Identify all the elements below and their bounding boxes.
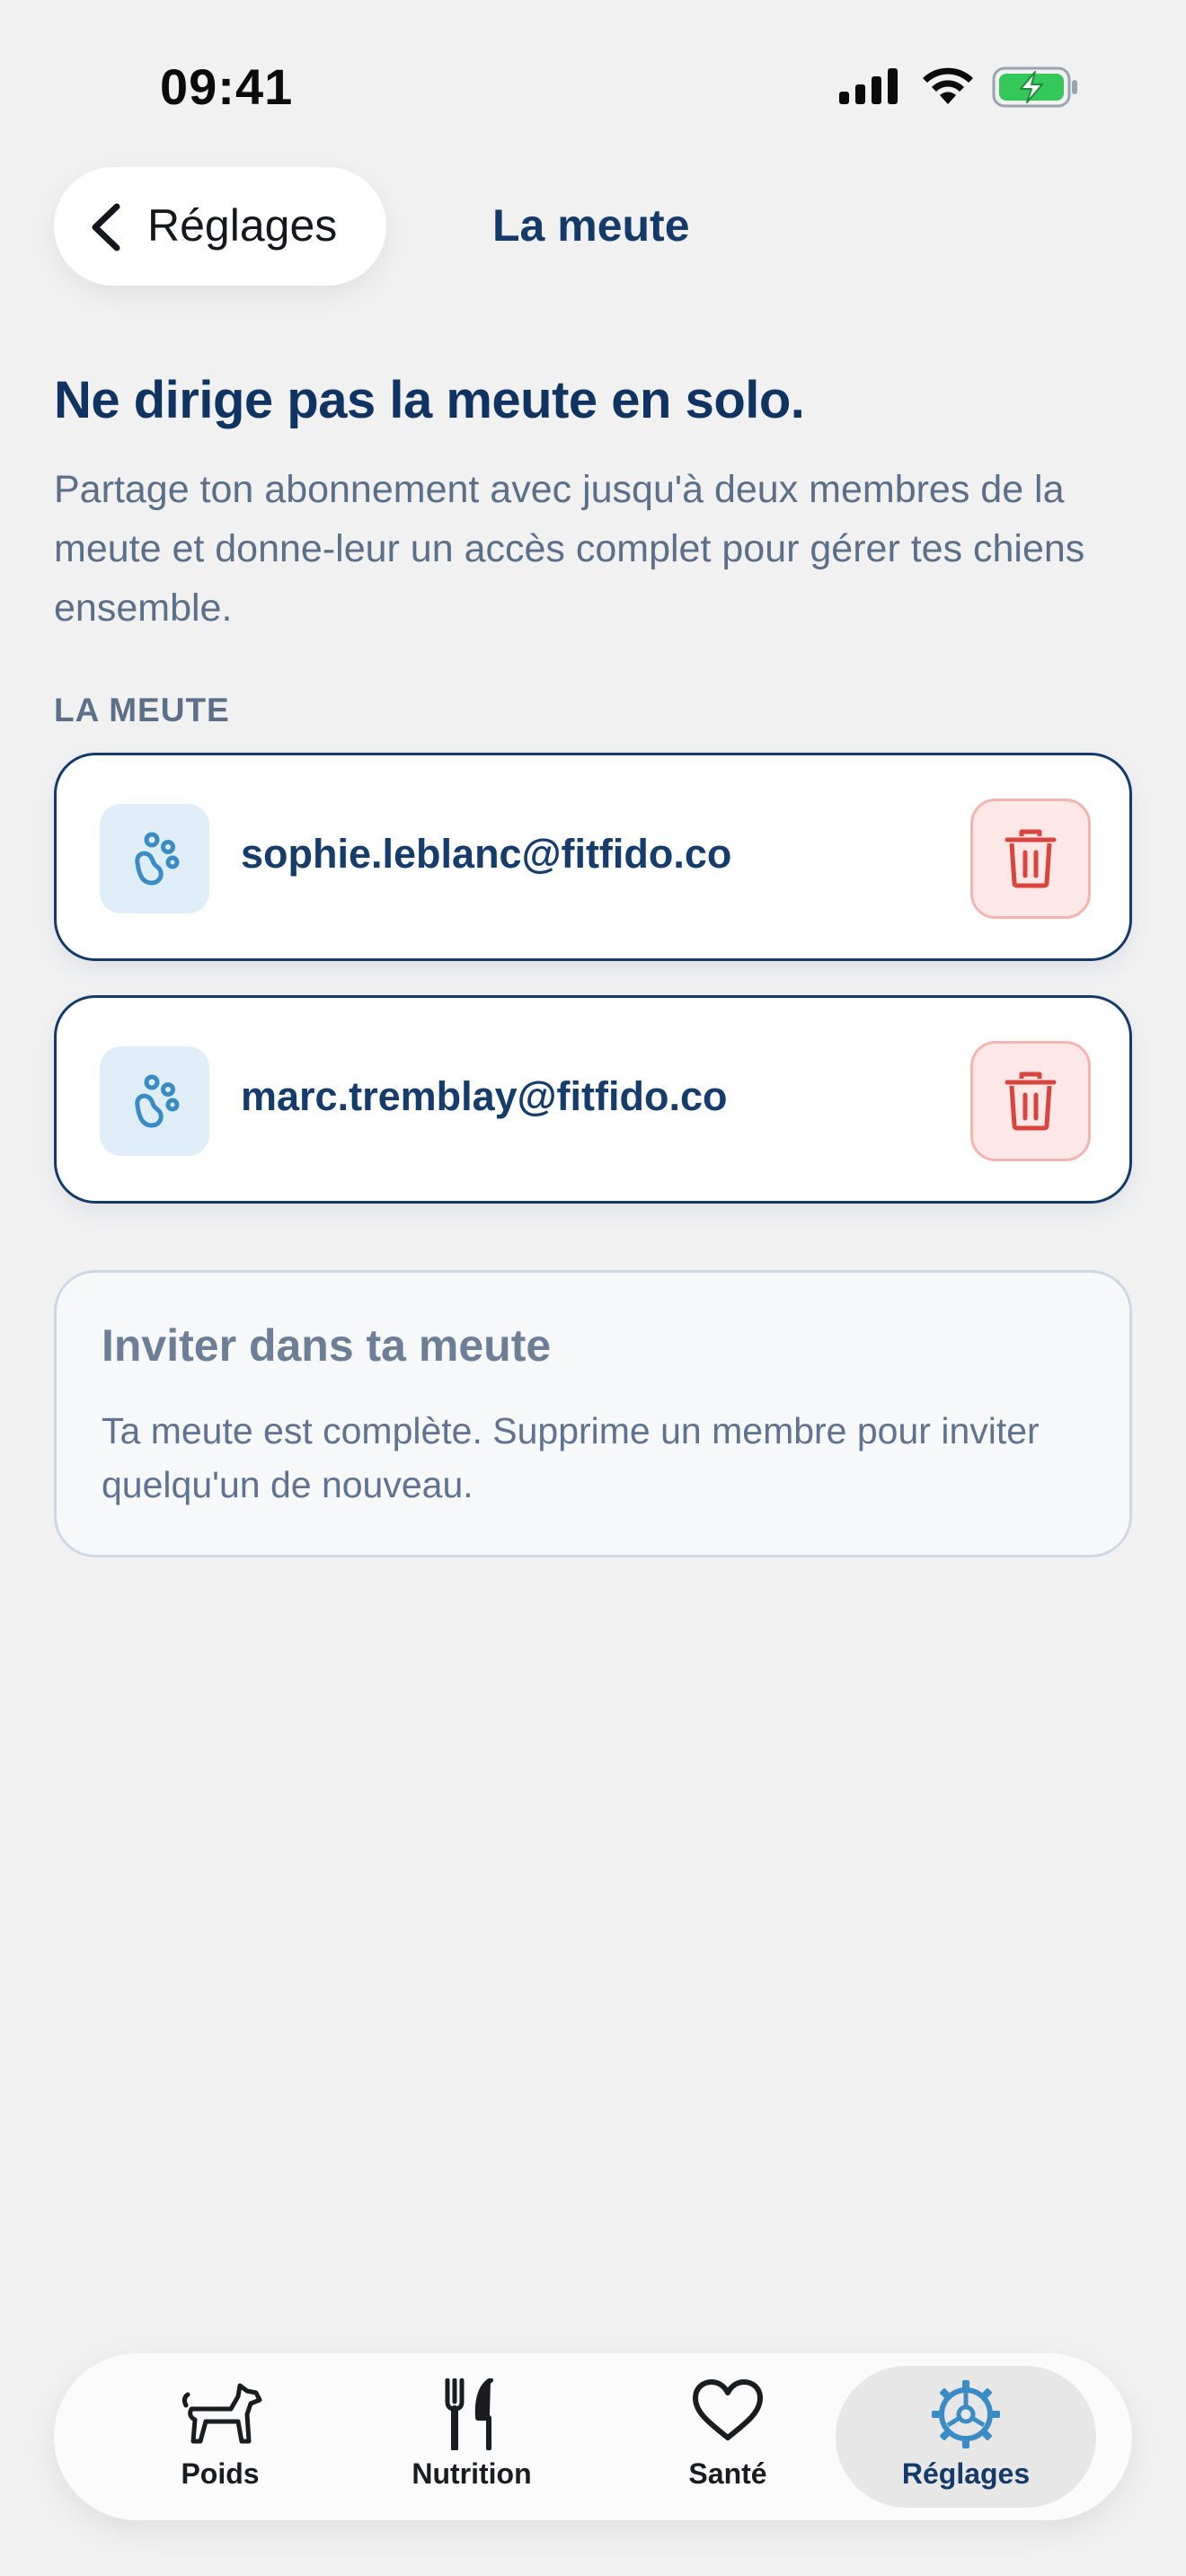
chevron-left-icon — [86, 201, 126, 258]
member-card: marc.tremblay@fitfido.co — [54, 995, 1132, 1204]
tab-nutrition[interactable]: Nutrition — [341, 2353, 602, 2520]
battery-charging-icon — [992, 66, 1077, 108]
delete-member-button[interactable] — [970, 1041, 1091, 1161]
invite-title: Inviter dans ta meute — [102, 1320, 552, 1371]
tab-label: Nutrition — [412, 2457, 532, 2490]
invite-description: Ta meute est complète. Supprime un membr… — [102, 1410, 1040, 1505]
status-time: 09:41 — [160, 58, 294, 115]
heart-icon — [693, 2379, 763, 2440]
member-email: marc.tremblay@fitfido.co — [241, 1073, 728, 1119]
trash-icon — [1005, 1072, 1057, 1131]
tab-poids[interactable]: Poids — [90, 2353, 350, 2520]
tab-reglages[interactable]: Réglages — [836, 2366, 1096, 2508]
tab-label: Réglages — [901, 2457, 1031, 2490]
tab-label: Poids — [181, 2457, 260, 2490]
paw-icon — [100, 804, 209, 913]
tab-bar: Poids Nutrition Santé Réglages — [54, 2353, 1132, 2520]
paw-icon — [100, 1046, 209, 1156]
member-card: sophie.leblanc@fitfido.co — [54, 753, 1132, 961]
member-email: sophie.leblanc@fitfido.co — [241, 831, 732, 877]
fork-knife-icon — [445, 2378, 493, 2450]
invite-card: Inviter dans ta meute Ta meute est compl… — [54, 1270, 1132, 1557]
dog-icon — [181, 2383, 262, 2444]
headline: Ne dirige pas la meute en solo. — [54, 371, 805, 429]
delete-member-button[interactable] — [970, 798, 1091, 919]
tab-label: Santé — [688, 2457, 767, 2490]
intro-description: Partage ton abonnement avec jusqu'à deux… — [54, 468, 1085, 630]
back-button-label: Réglages — [147, 200, 338, 251]
section-label: LA MEUTE — [54, 692, 230, 728]
back-button[interactable]: Réglages — [54, 167, 386, 286]
page-title: La meute — [492, 200, 690, 251]
signal-icon — [839, 68, 898, 104]
tab-sante[interactable]: Santé — [597, 2353, 858, 2520]
wifi-icon — [923, 67, 973, 104]
gear-icon — [932, 2380, 1000, 2448]
trash-icon — [1005, 829, 1057, 888]
status-icons — [839, 65, 1082, 110]
